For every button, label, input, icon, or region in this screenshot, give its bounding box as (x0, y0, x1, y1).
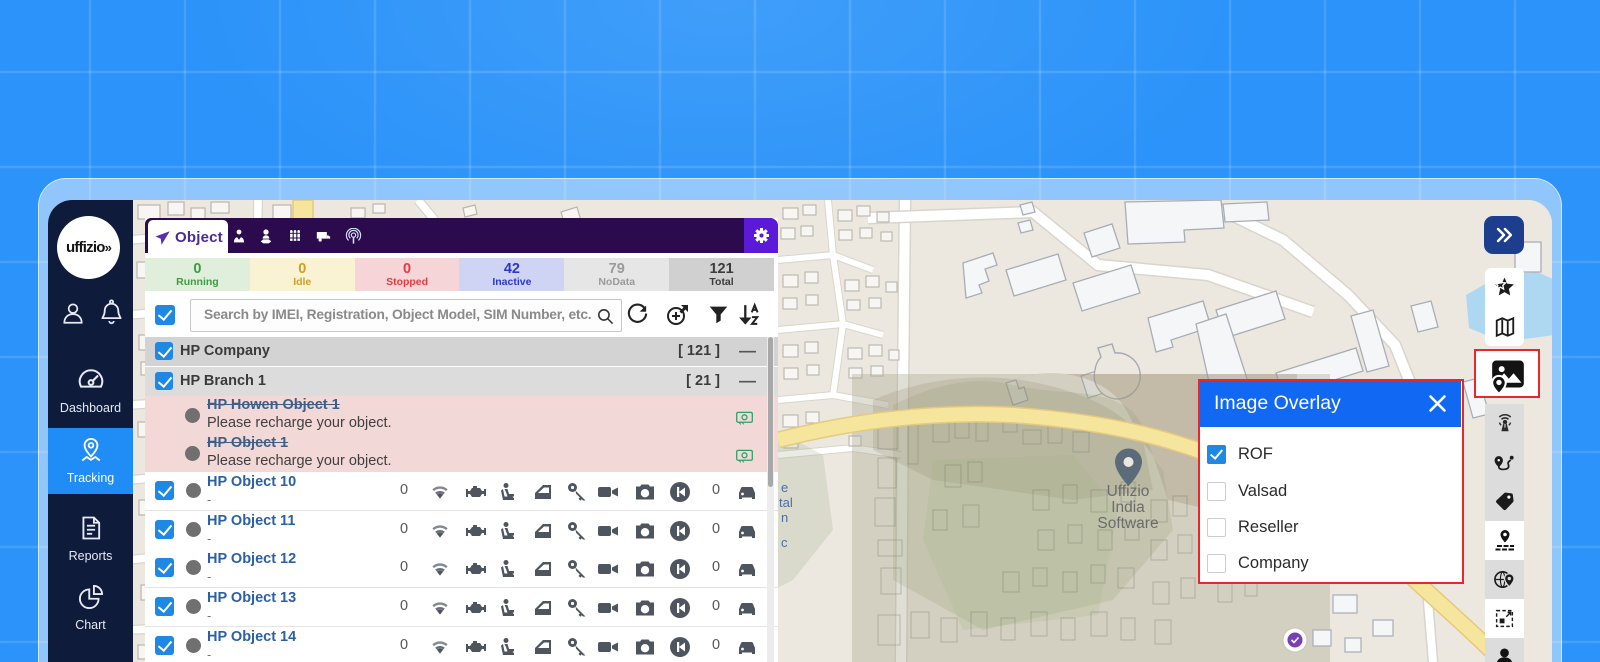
svg-text:Uffizio: Uffizio (1107, 483, 1150, 500)
svg-text:tal: tal (779, 495, 793, 510)
svg-text:e: e (781, 480, 788, 495)
svg-text:India: India (1111, 499, 1145, 516)
svg-text:n: n (781, 510, 788, 525)
svg-text:Software: Software (1097, 515, 1158, 532)
svg-text:c: c (781, 535, 788, 550)
